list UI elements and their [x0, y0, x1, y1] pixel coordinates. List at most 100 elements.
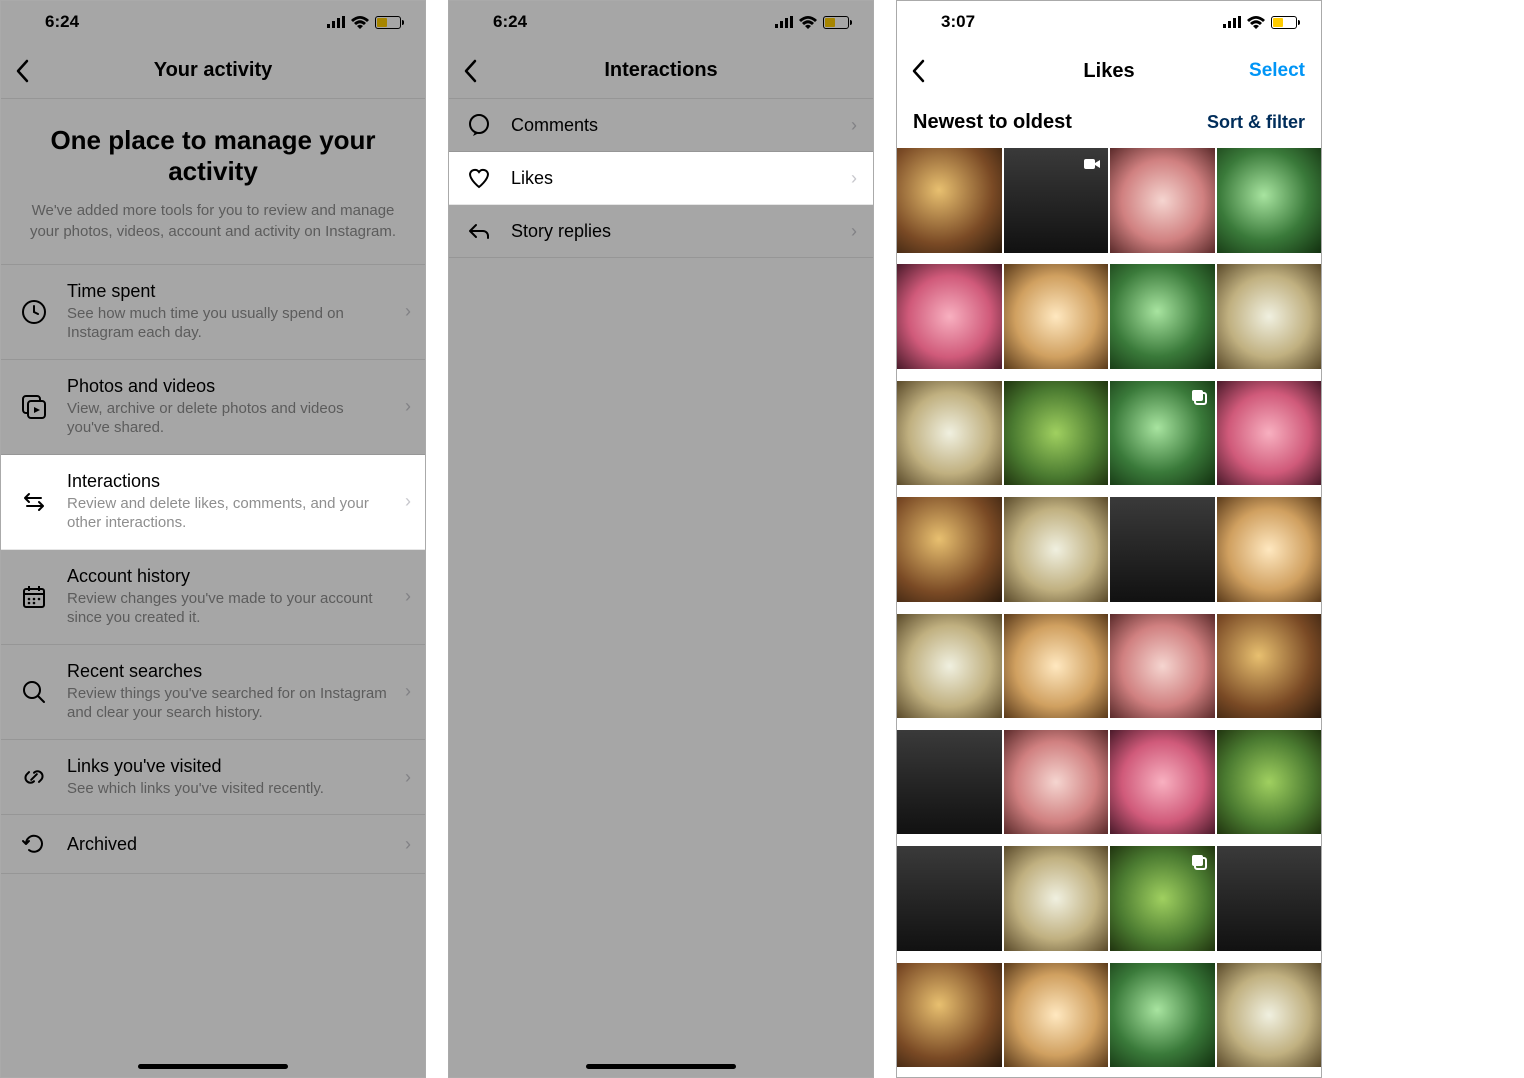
liked-post-thumb[interactable] [1110, 381, 1215, 486]
carousel-icon [1189, 387, 1209, 407]
back-button[interactable] [15, 59, 29, 83]
chevron-right-icon: › [851, 221, 857, 242]
nav-header: Likes Select [897, 43, 1321, 99]
select-button[interactable]: Select [1249, 60, 1305, 82]
chevron-right-icon: › [405, 681, 411, 702]
menu-recent-searches[interactable]: Recent searches Review things you've sea… [1, 645, 425, 740]
liked-post-thumb[interactable] [1217, 730, 1322, 835]
status-time: 6:24 [493, 12, 527, 32]
liked-post-thumb[interactable] [897, 963, 1002, 1068]
liked-post-thumb[interactable] [1110, 614, 1215, 719]
back-button[interactable] [911, 59, 925, 83]
menu-photos-videos[interactable]: Photos and videos View, archive or delet… [1, 360, 425, 455]
status-bar: 6:24 [1, 1, 425, 43]
chevron-right-icon: › [405, 396, 411, 417]
reply-icon [465, 219, 493, 243]
liked-post-thumb[interactable] [1110, 846, 1215, 951]
liked-post-thumb[interactable] [1110, 264, 1215, 369]
menu-title: Account history [67, 566, 387, 587]
liked-post-thumb[interactable] [1217, 963, 1322, 1068]
liked-post-thumb[interactable] [1217, 148, 1322, 253]
clock-icon [19, 299, 49, 325]
liked-post-thumb[interactable] [897, 381, 1002, 486]
liked-post-thumb[interactable] [897, 614, 1002, 719]
battery-icon [823, 16, 849, 29]
media-icon [19, 394, 49, 420]
chevron-right-icon: › [405, 834, 411, 855]
menu-archived[interactable]: Archived › [1, 815, 425, 874]
heart-icon [465, 166, 493, 190]
swap-icon [19, 489, 49, 515]
undo-icon [19, 831, 49, 857]
menu-title: Time spent [67, 281, 387, 302]
menu-title: Archived [67, 834, 387, 855]
menu-subtitle: Review things you've searched for on Ins… [67, 684, 387, 723]
hero-title: One place to manage your activity [21, 125, 405, 187]
home-indicator[interactable] [586, 1064, 736, 1069]
row-label: Story replies [511, 221, 833, 242]
nav-title: Your activity [154, 59, 273, 82]
liked-post-thumb[interactable] [1110, 730, 1215, 835]
menu-subtitle: View, archive or delete photos and video… [67, 399, 387, 438]
nav-title: Likes [1083, 60, 1134, 83]
activity-menu: Time spent See how much time you usually… [1, 265, 425, 875]
liked-post-thumb[interactable] [1004, 148, 1109, 253]
liked-post-thumb[interactable] [897, 497, 1002, 602]
screen-interactions: 6:24 Interactions Comments › Likes › Sto… [448, 0, 874, 1078]
hero-subtitle: We've added more tools for you to review… [21, 201, 405, 242]
menu-title: Photos and videos [67, 376, 387, 397]
chevron-right-icon: › [405, 767, 411, 788]
liked-post-thumb[interactable] [1004, 381, 1109, 486]
liked-post-thumb[interactable] [1004, 264, 1109, 369]
row-comments[interactable]: Comments › [449, 99, 873, 152]
liked-post-thumb[interactable] [1217, 497, 1322, 602]
liked-post-thumb[interactable] [1004, 497, 1109, 602]
wifi-icon [799, 16, 817, 29]
comment-icon [465, 113, 493, 137]
row-story-replies[interactable]: Story replies › [449, 205, 873, 258]
liked-post-thumb[interactable] [1004, 963, 1109, 1068]
battery-icon [375, 16, 401, 29]
likes-grid[interactable] [897, 148, 1321, 1077]
home-indicator[interactable] [138, 1064, 288, 1069]
chevron-right-icon: › [405, 301, 411, 322]
cellular-icon [1223, 16, 1241, 28]
search-icon [19, 679, 49, 705]
liked-post-thumb[interactable] [897, 730, 1002, 835]
liked-post-thumb[interactable] [1004, 846, 1109, 951]
liked-post-thumb[interactable] [1217, 264, 1322, 369]
sort-label: Newest to oldest [913, 111, 1072, 134]
row-label: Comments [511, 115, 833, 136]
menu-subtitle: Review and delete likes, comments, and y… [67, 494, 387, 533]
chevron-right-icon: › [851, 115, 857, 136]
liked-post-thumb[interactable] [1110, 963, 1215, 1068]
liked-post-thumb[interactable] [1217, 381, 1322, 486]
chevron-right-icon: › [405, 491, 411, 512]
menu-title: Recent searches [67, 661, 387, 682]
liked-post-thumb[interactable] [1217, 614, 1322, 719]
menu-account-history[interactable]: Account history Review changes you've ma… [1, 550, 425, 645]
sort-filter-button[interactable]: Sort & filter [1207, 112, 1305, 133]
screen-likes: 3:07 Likes Select Newest to oldest Sort … [896, 0, 1322, 1078]
link-icon [19, 764, 49, 790]
liked-post-thumb[interactable] [897, 264, 1002, 369]
menu-time-spent[interactable]: Time spent See how much time you usually… [1, 265, 425, 360]
row-likes[interactable]: Likes › [449, 152, 873, 205]
liked-post-thumb[interactable] [1004, 730, 1109, 835]
menu-interactions[interactable]: Interactions Review and delete likes, co… [1, 455, 425, 550]
status-bar: 3:07 [897, 1, 1321, 43]
liked-post-thumb[interactable] [897, 148, 1002, 253]
battery-icon [1271, 16, 1297, 29]
menu-links-visited[interactable]: Links you've visited See which links you… [1, 740, 425, 816]
chevron-right-icon: › [405, 586, 411, 607]
status-right [327, 16, 401, 29]
status-right [1223, 16, 1297, 29]
liked-post-thumb[interactable] [1004, 614, 1109, 719]
liked-post-thumb[interactable] [1110, 497, 1215, 602]
wifi-icon [1247, 16, 1265, 29]
liked-post-thumb[interactable] [1110, 148, 1215, 253]
status-time: 6:24 [45, 12, 79, 32]
liked-post-thumb[interactable] [897, 846, 1002, 951]
liked-post-thumb[interactable] [1217, 846, 1322, 951]
back-button[interactable] [463, 59, 477, 83]
